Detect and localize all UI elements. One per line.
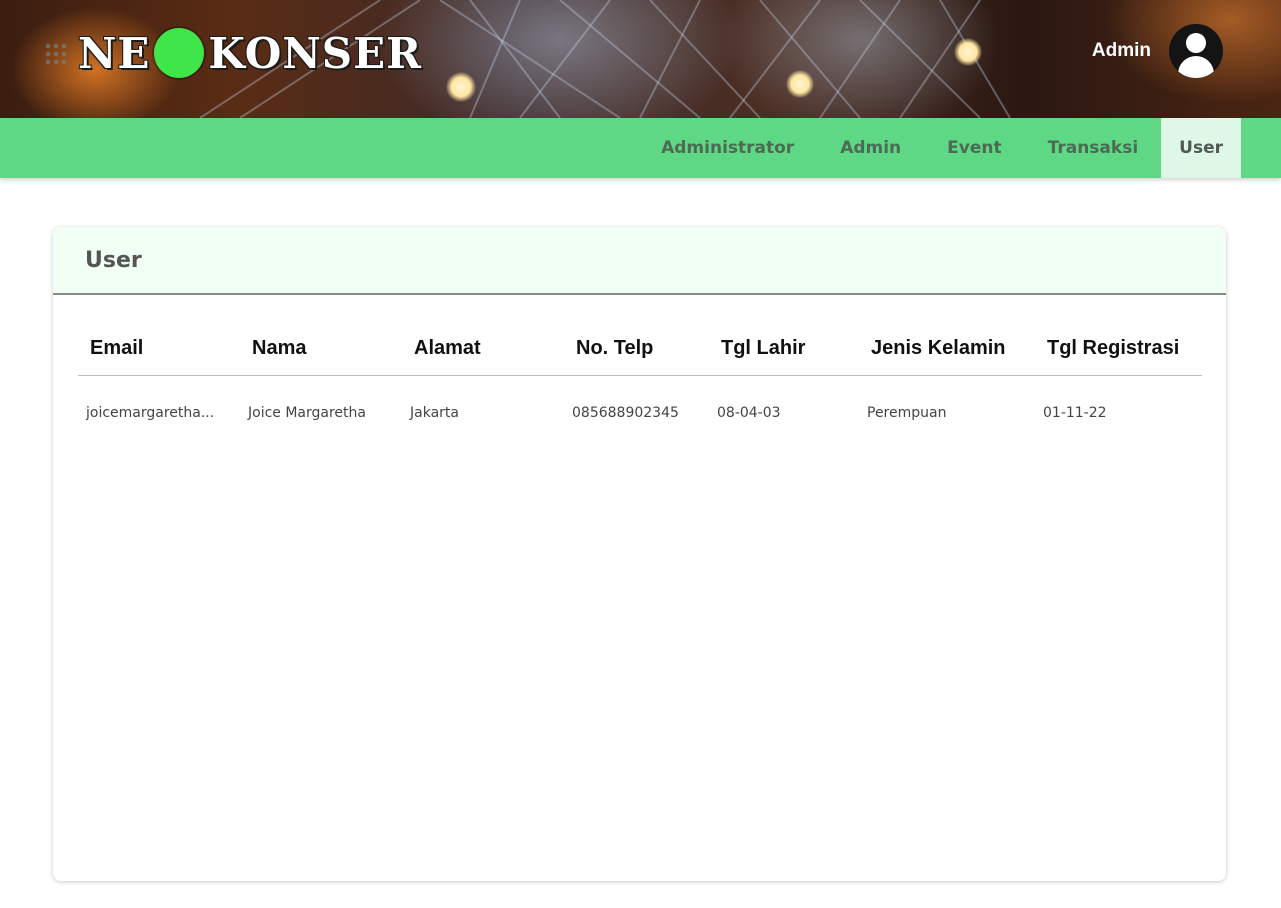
column-header-nama[interactable]: Nama xyxy=(240,323,402,376)
column-header-email[interactable]: Email xyxy=(78,323,240,376)
brand-logo[interactable]: NE KONSER xyxy=(78,26,422,80)
column-header-jenis-kelamin[interactable]: Jenis Kelamin xyxy=(859,323,1035,376)
stage-light xyxy=(446,72,476,102)
account-name[interactable]: Admin xyxy=(1092,40,1151,62)
nav-item-event[interactable]: Event xyxy=(924,118,1024,178)
account-menu[interactable]: Admin xyxy=(1092,24,1223,78)
nav-item-administrator[interactable]: Administrator xyxy=(638,118,817,178)
card-title: User xyxy=(85,247,142,273)
user-avatar-icon[interactable] xyxy=(1169,24,1223,78)
user-card: User Email Nama Alamat No. Telp Tgl Lahi… xyxy=(53,227,1226,881)
column-header-telp[interactable]: No. Telp xyxy=(564,323,709,376)
cell-tgl-lahir: 08-04-03 xyxy=(717,405,781,422)
column-header-tgl-lahir[interactable]: Tgl Lahir xyxy=(709,323,859,376)
card-header: User xyxy=(53,227,1226,295)
cell-jenis-kelamin: Perempuan xyxy=(867,405,947,422)
nav-item-user[interactable]: User xyxy=(1161,118,1241,178)
main-navbar: Administrator Admin Event Transaksi User xyxy=(0,118,1281,178)
stage-light xyxy=(786,70,814,98)
cell-email: joicemargaretha... xyxy=(86,405,215,422)
logo-circle-icon xyxy=(154,28,205,78)
logo-dots-decoration xyxy=(44,42,70,64)
cell-nama: Joice Margaretha xyxy=(248,405,366,422)
logo-text-right: KONSER xyxy=(208,28,423,78)
column-header-tgl-registrasi[interactable]: Tgl Registrasi xyxy=(1035,323,1202,376)
nav-item-admin[interactable]: Admin xyxy=(817,118,924,178)
cell-tgl-registrasi: 01-11-22 xyxy=(1043,405,1107,422)
column-header-alamat[interactable]: Alamat xyxy=(402,323,564,376)
header-banner: NE KONSER Admin xyxy=(0,0,1281,118)
stage-light xyxy=(954,38,982,66)
nav-item-transaksi[interactable]: Transaksi xyxy=(1025,118,1162,178)
cell-telp: 085688902345 xyxy=(572,405,679,422)
user-table: Email Nama Alamat No. Telp Tgl Lahir Jen… xyxy=(78,323,1202,451)
table-row[interactable]: joicemargaretha... Joice Margaretha Jaka… xyxy=(78,375,1202,451)
nav-menu: Administrator Admin Event Transaksi User xyxy=(638,118,1241,178)
logo-text-left: NE xyxy=(78,28,151,78)
cell-alamat: Jakarta xyxy=(410,405,459,422)
table-header-row: Email Nama Alamat No. Telp Tgl Lahir Jen… xyxy=(78,323,1202,376)
